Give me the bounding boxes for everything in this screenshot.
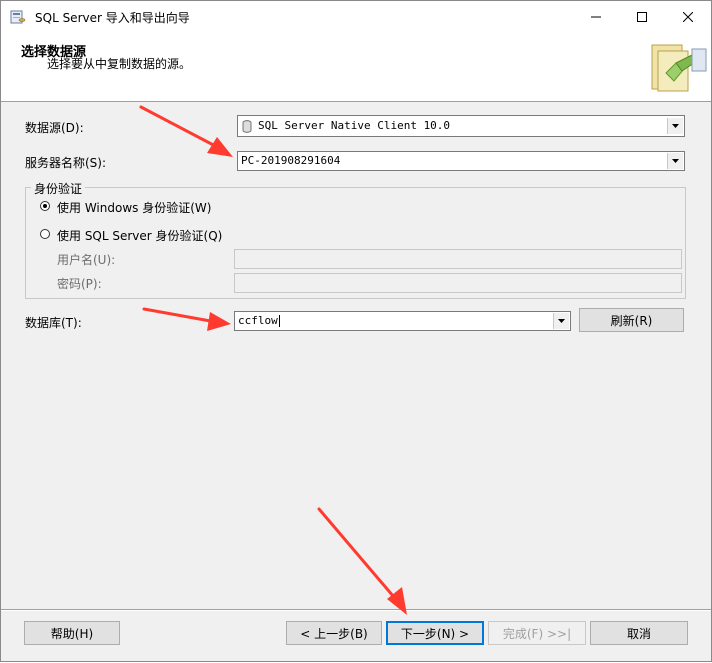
chevron-down-icon bbox=[672, 159, 679, 163]
database-combo[interactable]: ccflow bbox=[234, 311, 571, 331]
database-wizard-icon bbox=[10, 10, 26, 24]
database-value: ccflow bbox=[238, 314, 280, 327]
refresh-button[interactable]: 刷新(R) bbox=[579, 308, 684, 332]
minimize-icon bbox=[591, 16, 601, 18]
datasource-label: 数据源(D): bbox=[25, 121, 84, 135]
database-dropdown-button[interactable] bbox=[553, 313, 569, 329]
auth-sql-label[interactable]: 使用 SQL Server 身份验证(Q) bbox=[57, 227, 222, 244]
chevron-down-icon bbox=[558, 319, 565, 323]
password-input[interactable] bbox=[234, 273, 682, 293]
window-title: SQL Server 导入和导出向导 bbox=[35, 11, 190, 25]
maximize-icon bbox=[637, 12, 647, 22]
title-bar: SQL Server 导入和导出向导 bbox=[1, 1, 711, 33]
annotation-arrow-next bbox=[317, 507, 407, 615]
annotation-arrow-server bbox=[139, 105, 233, 157]
wizard-window: SQL Server 导入和导出向导 选择数据源 选择要从中复制数据的源。 数据… bbox=[0, 0, 712, 662]
username-label: 用户名(U): bbox=[57, 253, 116, 267]
data-transfer-icon bbox=[646, 35, 708, 97]
username-input[interactable] bbox=[234, 249, 682, 269]
close-button[interactable] bbox=[665, 1, 711, 33]
close-icon bbox=[683, 12, 693, 22]
auth-windows-label[interactable]: 使用 Windows 身份验证(W) bbox=[57, 199, 211, 216]
auth-windows-radio[interactable] bbox=[40, 201, 50, 211]
server-name-combo[interactable]: PC-201908291604 bbox=[237, 151, 685, 171]
help-button[interactable]: 帮助(H) bbox=[24, 621, 120, 645]
cancel-button[interactable]: 取消 bbox=[590, 621, 688, 645]
server-label: 服务器名称(S): bbox=[25, 156, 107, 170]
server-dropdown-button[interactable] bbox=[667, 153, 683, 169]
wizard-header: 选择数据源 选择要从中复制数据的源。 bbox=[1, 33, 711, 102]
database-value-text: ccflow bbox=[238, 314, 278, 327]
auth-sql-radio[interactable] bbox=[40, 229, 50, 239]
datasource-select[interactable]: SQL Server Native Client 10.0 bbox=[237, 115, 685, 137]
page-subtitle: 选择要从中复制数据的源。 bbox=[47, 57, 192, 71]
password-label: 密码(P): bbox=[57, 277, 102, 291]
annotation-arrow-database bbox=[142, 307, 231, 331]
datasource-value: SQL Server Native Client 10.0 bbox=[258, 119, 451, 132]
chevron-down-icon bbox=[672, 124, 679, 128]
maximize-button[interactable] bbox=[619, 1, 665, 33]
text-cursor bbox=[278, 315, 280, 327]
footer-divider-highlight bbox=[1, 610, 711, 611]
next-button[interactable]: 下一步(N) > bbox=[386, 621, 484, 645]
back-button[interactable]: < 上一步(B) bbox=[286, 621, 382, 645]
finish-button[interactable]: 完成(F) >>| bbox=[488, 621, 586, 645]
minimize-button[interactable] bbox=[573, 1, 619, 33]
server-name-value: PC-201908291604 bbox=[241, 154, 341, 167]
database-label: 数据库(T): bbox=[25, 316, 82, 330]
auth-group-title: 身份验证 bbox=[31, 180, 86, 197]
database-icon bbox=[242, 120, 252, 133]
datasource-dropdown-button[interactable] bbox=[667, 118, 683, 134]
